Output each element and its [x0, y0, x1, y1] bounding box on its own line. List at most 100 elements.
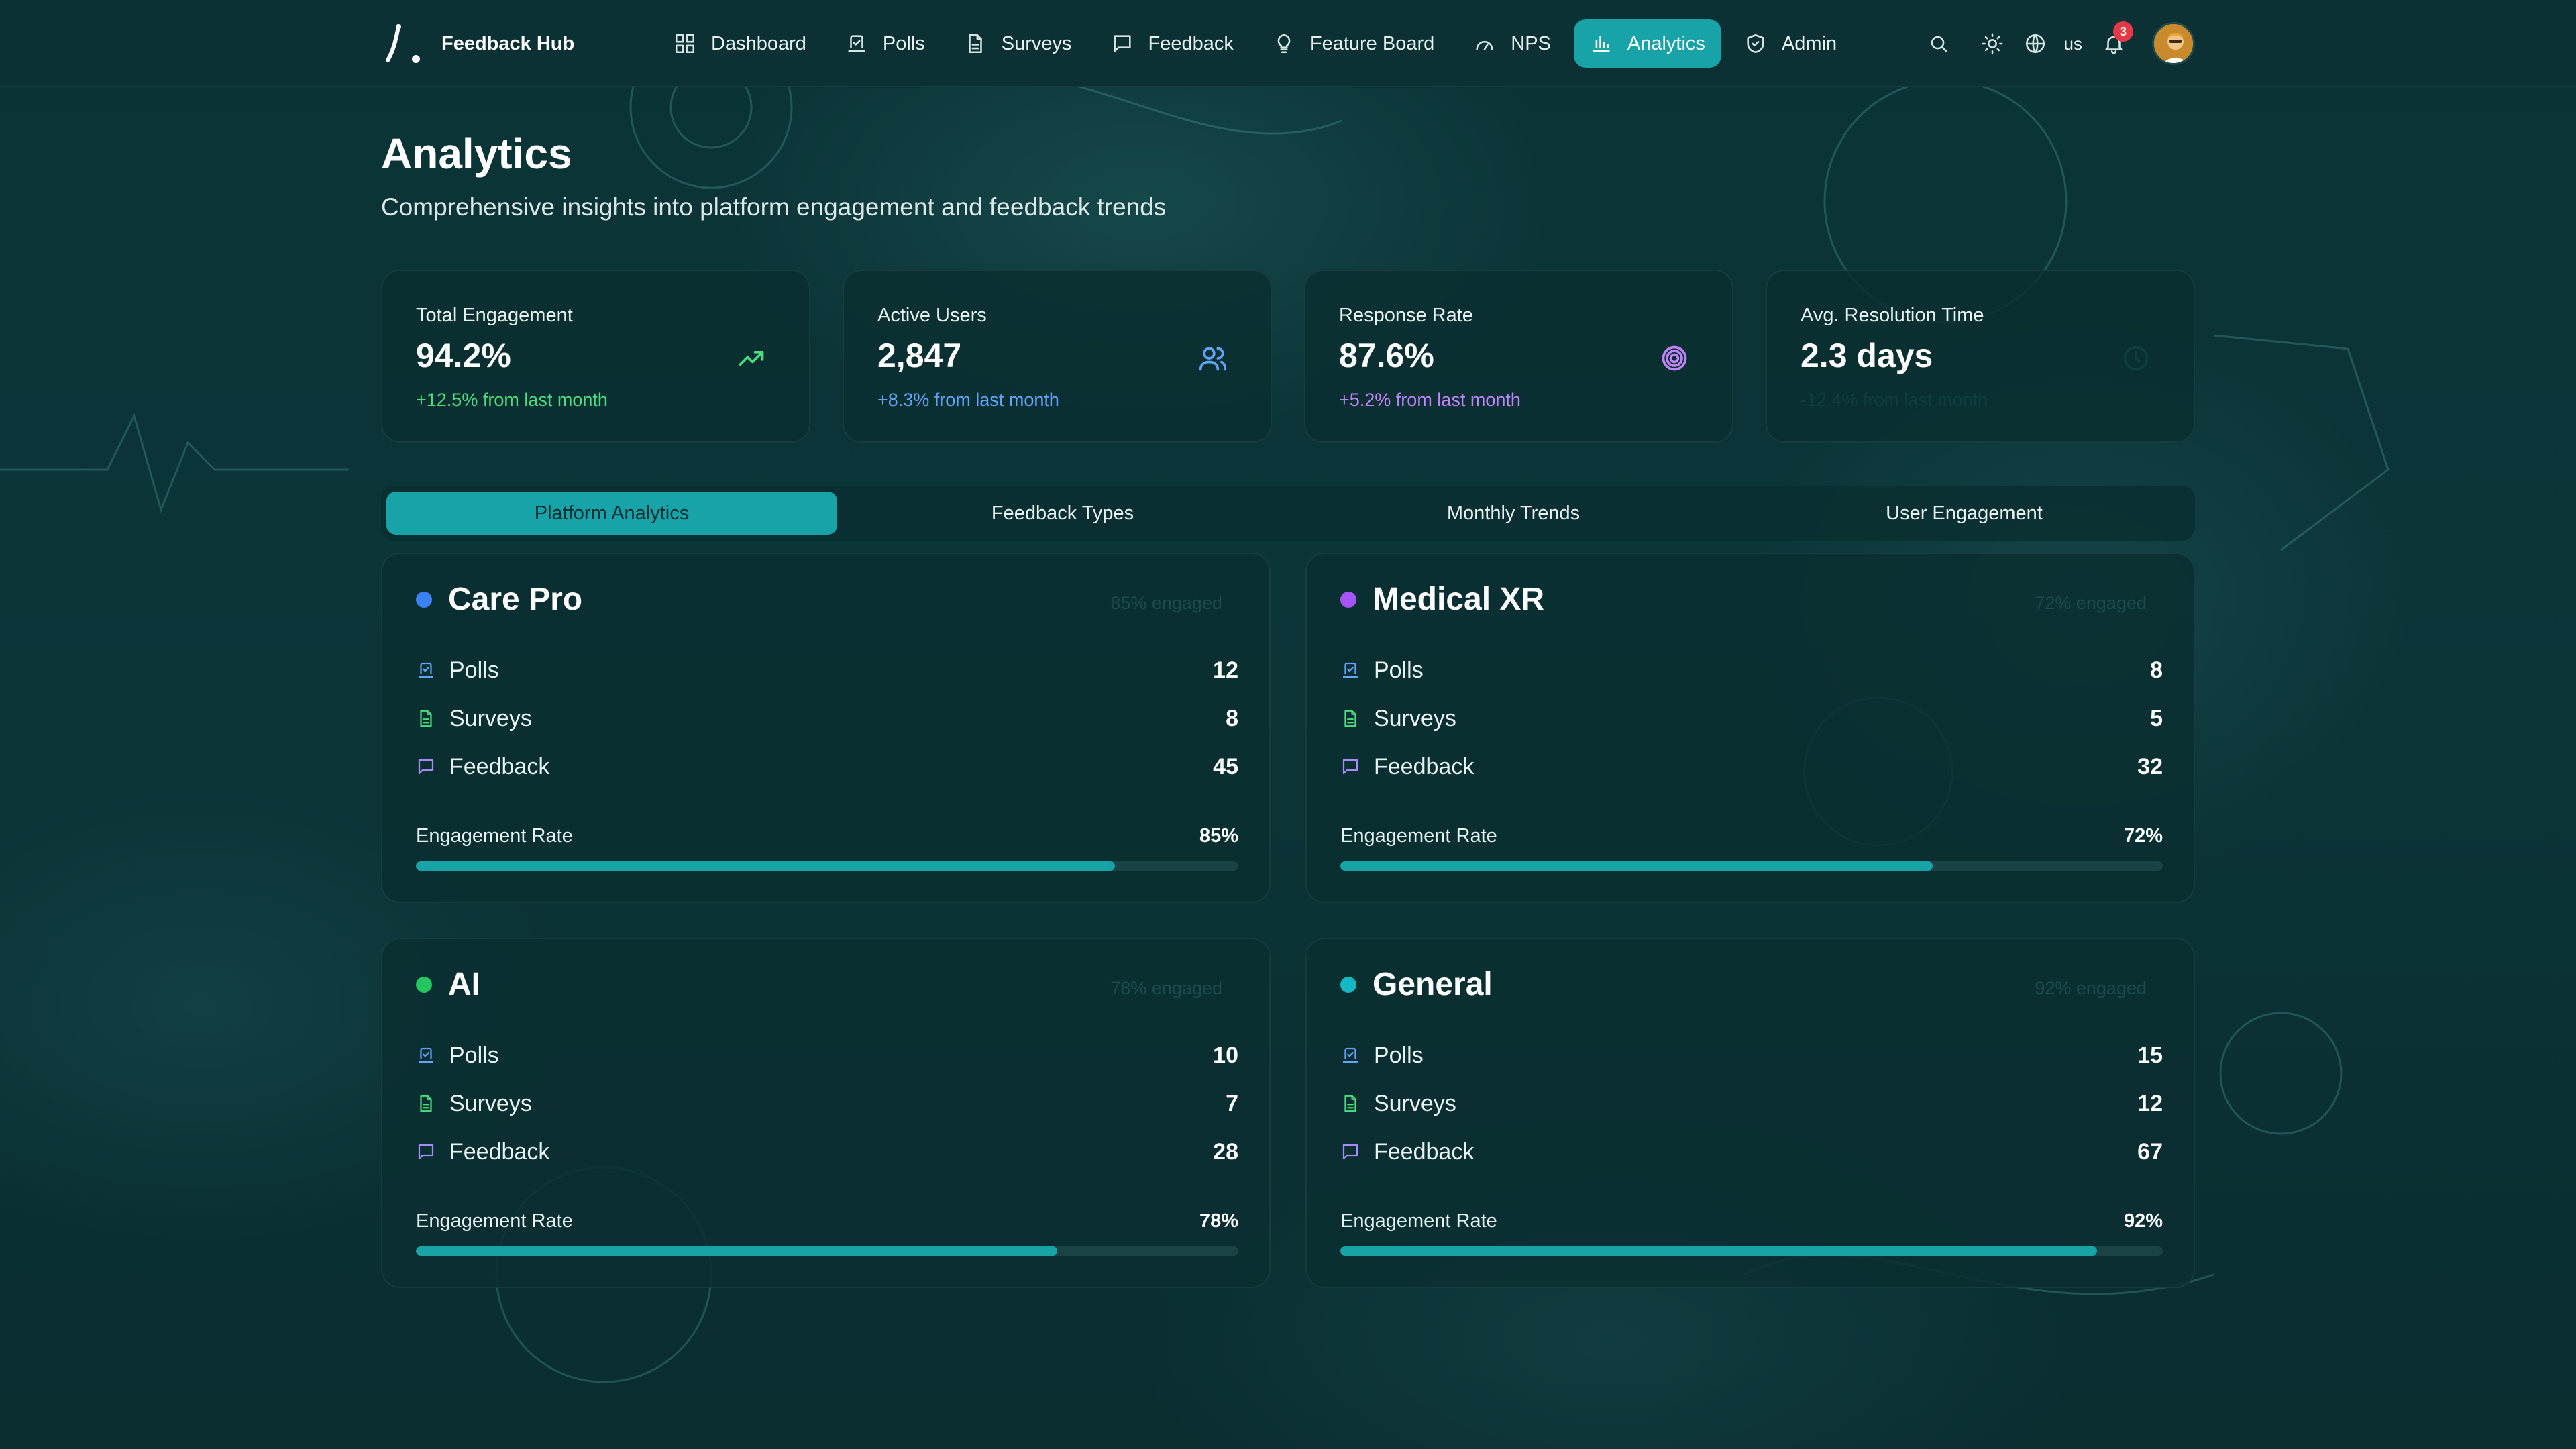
language-selector[interactable]: us [2024, 32, 2082, 55]
engagement-rate-row: Engagement Rate 92% [1340, 1210, 2163, 1232]
metric-row-polls: Polls 15 [1340, 1038, 2163, 1072]
search-icon [1931, 36, 1947, 52]
metric-row-feedback: Feedback 45 [416, 750, 1238, 784]
metric-row-surveys: Surveys 8 [416, 702, 1238, 735]
engagement-rate-label: Engagement Rate [416, 825, 573, 847]
metric-value: 15 [2137, 1042, 2163, 1068]
nav-item-analytics[interactable]: Analytics [1573, 19, 1721, 68]
nav-item-label: Surveys [1001, 32, 1072, 54]
users-icon [1199, 347, 1227, 371]
metric-row-feedback: Feedback 32 [1340, 750, 2163, 784]
engagement-progress-bar [1340, 1246, 2163, 1256]
analytics-tabs: Platform Analytics Feedback Types Monthl… [381, 486, 2195, 541]
platform-name: Medical XR [1373, 582, 1545, 617]
poll-icon [418, 1047, 434, 1063]
message-icon [1342, 1144, 1358, 1160]
message-icon [1342, 759, 1358, 775]
metric-label: Feedback [449, 753, 550, 780]
document-icon [1344, 710, 1356, 727]
nav-item-polls[interactable]: Polls [829, 19, 941, 68]
page-title: Analytics [381, 129, 572, 178]
engagement-rate-value: 85% [1199, 825, 1238, 847]
platform-color-dot [416, 591, 432, 608]
engagement-progress-fill [1340, 861, 1933, 871]
user-avatar-icon [2154, 24, 2193, 63]
platform-header: AI [416, 966, 480, 1003]
metric-label: Polls [1374, 657, 1424, 683]
engaged-badge: 78% engaged [1110, 978, 1222, 998]
stat-label: Total Engagement [416, 305, 573, 326]
nav-item-label: Polls [882, 32, 925, 54]
sun-icon [1982, 33, 2002, 54]
nav-item-feature-board[interactable]: Feature Board [1256, 19, 1450, 68]
stat-label: Response Rate [1339, 305, 1473, 326]
nav-item-label: NPS [1511, 32, 1551, 54]
message-icon [418, 759, 434, 775]
tab-feedback-types[interactable]: Feedback Types [837, 492, 1288, 535]
bar-chart-icon [1593, 36, 1610, 52]
engagement-rate-value: 78% [1199, 1210, 1238, 1232]
metric-value: 45 [1213, 753, 1238, 780]
engagement-rate-row: Engagement Rate 78% [416, 1210, 1238, 1232]
engagement-rate-value: 92% [2123, 1210, 2163, 1232]
metric-row-surveys: Surveys 5 [1340, 702, 2163, 735]
platform-card-medical-xr: Medical XR 72% engaged Polls 8 Surveys 5… [1305, 553, 2195, 903]
nav-item-dashboard[interactable]: Dashboard [657, 19, 822, 68]
document-icon [420, 710, 432, 727]
search-button[interactable] [1917, 21, 1961, 66]
notifications-button[interactable]: 3 [2092, 21, 2136, 66]
platform-color-dot [1340, 591, 1356, 608]
poll-icon [418, 662, 434, 678]
engagement-rate-row: Engagement Rate 72% [1340, 825, 2163, 847]
message-icon [1113, 35, 1131, 52]
metric-row-polls: Polls 8 [1340, 653, 2163, 687]
platform-card-care-pro: Care Pro 85% engaged Polls 12 Surveys 8 … [381, 553, 1271, 903]
metric-label: Polls [449, 1042, 499, 1068]
nav-item-label: Feature Board [1309, 32, 1435, 54]
platform-name: Care Pro [448, 582, 583, 617]
platform-color-dot [1340, 976, 1356, 993]
stat-change: +5.2% from last month [1339, 390, 1521, 410]
engaged-badge: 85% engaged [1110, 593, 1222, 613]
poll-icon [848, 35, 865, 52]
nav-item-surveys[interactable]: Surveys [948, 19, 1088, 68]
document-icon [1344, 1095, 1356, 1112]
engagement-rate-label: Engagement Rate [1340, 1210, 1497, 1232]
poll-icon [1342, 1047, 1358, 1063]
stat-label: Avg. Resolution Time [1801, 305, 1984, 326]
avatar[interactable] [2152, 22, 2195, 65]
shield-icon [1747, 34, 1764, 54]
stat-card-avg-resolution-time: Avg. Resolution Time 2.3 days -12.4% fro… [1766, 270, 2195, 443]
clock-icon [2123, 345, 2149, 371]
engaged-badge: 92% engaged [2035, 978, 2147, 998]
tab-user-engagement[interactable]: User Engagement [1739, 492, 2190, 535]
language-code: us [2063, 33, 2082, 54]
metric-label: Feedback [1374, 753, 1474, 780]
metric-row-polls: Polls 10 [416, 1038, 1238, 1072]
brand[interactable]: Feedback Hub [381, 20, 657, 67]
lightbulb-icon [1277, 34, 1291, 54]
tab-platform-analytics[interactable]: Platform Analytics [386, 492, 837, 535]
stat-card-response-rate: Response Rate 87.6% +5.2% from last mont… [1304, 270, 1733, 443]
nav-item-feedback[interactable]: Feedback [1095, 19, 1250, 68]
nav-item-nps[interactable]: NPS [1457, 19, 1567, 68]
poll-icon [1342, 662, 1358, 678]
nav-tools: us 3 [1907, 21, 2195, 66]
platform-name: AI [448, 967, 480, 1002]
globe-icon [2025, 34, 2045, 54]
nav-item-admin[interactable]: Admin [1728, 19, 1853, 68]
platform-header: Care Pro [416, 581, 582, 618]
theme-toggle-button[interactable] [1970, 21, 2015, 66]
nav-item-label: Admin [1781, 32, 1837, 54]
tab-monthly-trends[interactable]: Monthly Trends [1288, 492, 1739, 535]
metric-label: Surveys [1374, 705, 1456, 731]
platform-header: Medical XR [1340, 581, 1544, 618]
metric-value: 12 [1213, 657, 1238, 683]
nav-item-label: Dashboard [711, 32, 806, 54]
metric-label: Polls [449, 657, 499, 683]
notification-badge: 3 [2113, 21, 2133, 42]
metric-value: 67 [2137, 1138, 2163, 1165]
engagement-rate-label: Engagement Rate [1340, 825, 1497, 847]
stat-label: Active Users [877, 305, 987, 326]
platform-header: General [1340, 966, 1493, 1003]
